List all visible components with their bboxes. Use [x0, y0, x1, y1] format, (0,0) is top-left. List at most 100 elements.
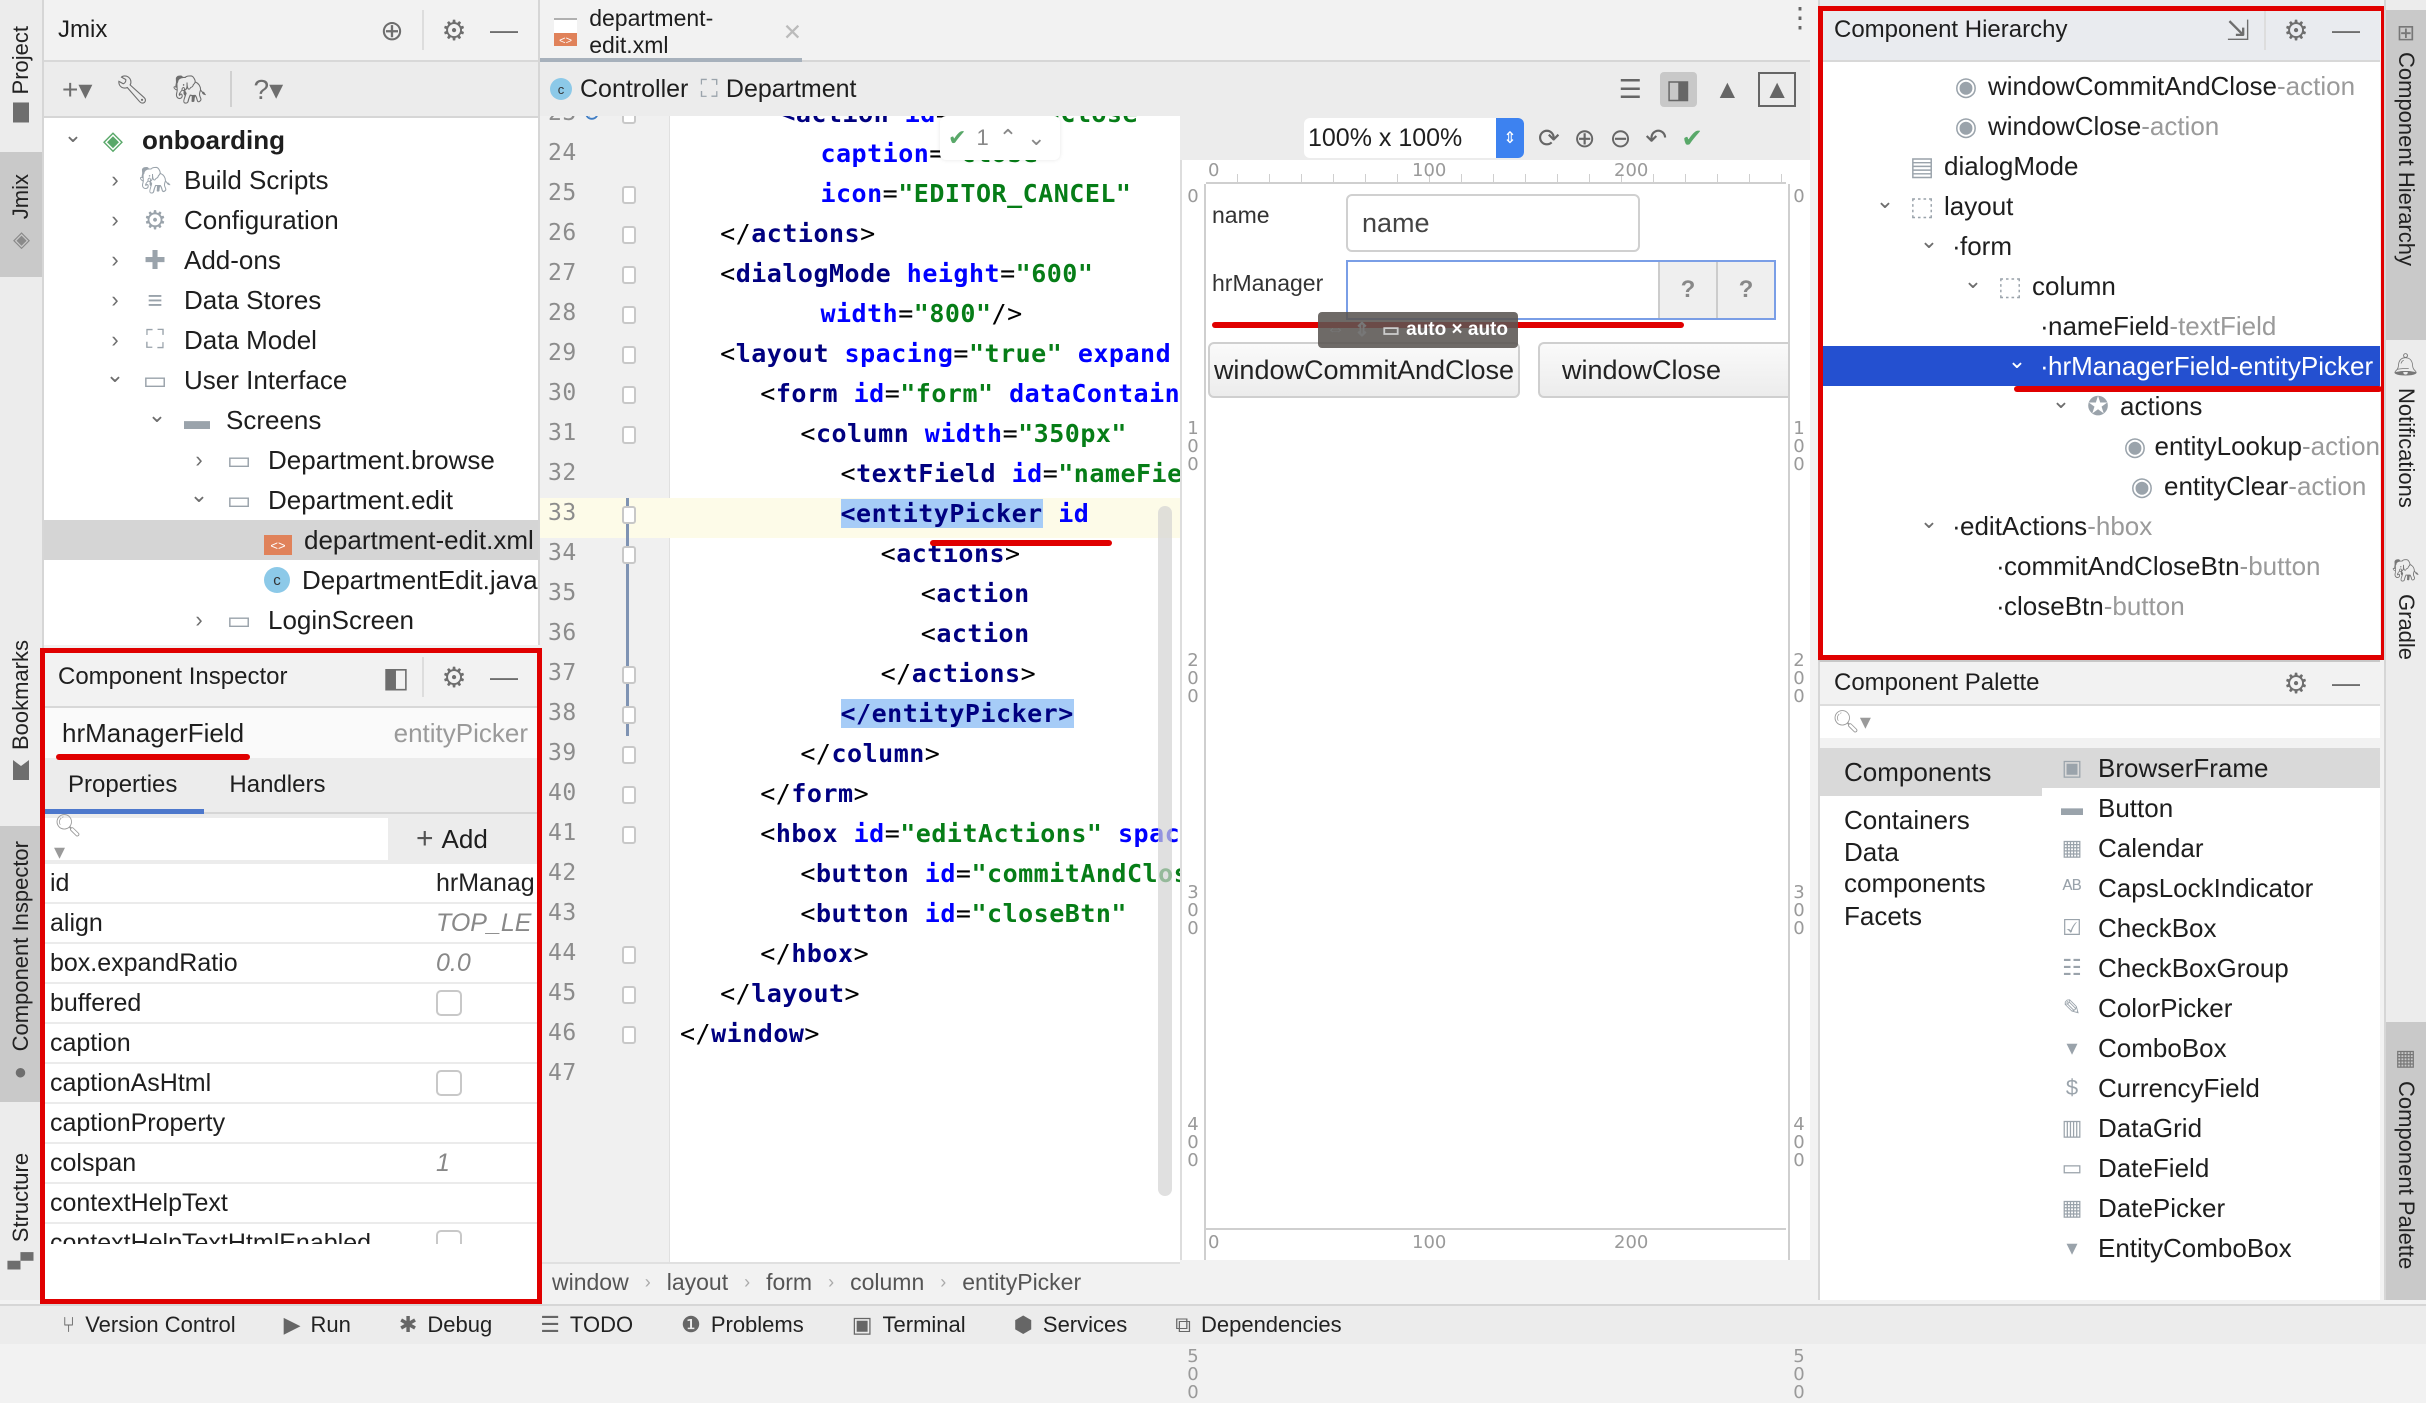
property-row[interactable]: id hrManag	[44, 864, 538, 904]
preview-mode-icon[interactable]: ▲	[1715, 74, 1741, 105]
tab-properties[interactable]: Properties	[44, 771, 201, 799]
fold-marker-icon[interactable]	[622, 116, 636, 124]
property-value[interactable]: 1	[436, 1149, 450, 1178]
property-checkbox[interactable]	[436, 990, 462, 1016]
name-field-preview[interactable]: name	[1346, 194, 1640, 252]
chevron-down-icon[interactable]: ⌄	[144, 402, 170, 428]
zoom-in-icon[interactable]: ⊕	[1574, 123, 1596, 154]
palette-item[interactable]: ▾ EntityComboBox	[2042, 1228, 2380, 1268]
chevron-right-icon[interactable]: ›	[186, 447, 212, 473]
split-mode-icon[interactable]: ◨	[1659, 71, 1697, 107]
fold-marker-icon[interactable]	[622, 426, 636, 444]
hierarchy-item[interactable]: · commitAndCloseBtn - button	[1820, 546, 2380, 586]
property-value[interactable]: TOP_LE	[436, 909, 531, 938]
property-row[interactable]: box.expandRatio 0.0	[44, 944, 538, 984]
tree-item[interactable]: › ▭ Department.browse	[44, 440, 538, 480]
status-bar-version-control[interactable]: ⑂ Version Control	[62, 1312, 236, 1338]
tool-tab-gradle[interactable]: 🐘︎ Gradle	[2386, 556, 2426, 666]
chevron-right-icon[interactable]: ›	[102, 207, 128, 233]
undo-icon[interactable]: ↶	[1645, 123, 1667, 154]
fold-marker-icon[interactable]	[622, 546, 636, 564]
hierarchy-item[interactable]: ▤ dialogMode	[1820, 146, 2380, 186]
hierarchy-item[interactable]: ⌄ · hrManagerField - entityPicker	[1820, 346, 2380, 386]
hierarchy-item[interactable]: ◉ entityLookup - action	[1820, 426, 2380, 466]
breadcrumb-item[interactable]: layout	[667, 1269, 728, 1296]
hierarchy-item[interactable]: ⌄ · editActions - hbox	[1820, 506, 2380, 546]
chevron-right-icon[interactable]: ›	[102, 327, 128, 353]
clear-button[interactable]: ?	[1716, 262, 1774, 318]
lookup-button[interactable]: ?	[1658, 262, 1716, 318]
hierarchy-item[interactable]: ⌄ ✪ actions	[1820, 386, 2380, 426]
chevron-down-icon[interactable]: ⌄	[102, 362, 128, 388]
hierarchy-item[interactable]: ⌄ ⬚ column	[1820, 266, 2380, 306]
property-value[interactable]: hrManag	[436, 869, 535, 898]
property-value[interactable]: 0.0	[436, 949, 471, 978]
fold-marker-icon[interactable]	[622, 506, 636, 524]
chevron-down-icon[interactable]: ⌄	[1960, 268, 1986, 294]
float-panel-icon[interactable]: ◧	[376, 657, 416, 697]
tree-item[interactable]: › ✚ Add-ons	[44, 240, 538, 280]
apply-check-icon[interactable]: ✔	[1681, 123, 1703, 154]
hierarchy-item[interactable]: ◉ windowCommitAndClose - action	[1820, 66, 2380, 106]
tool-tab-structure[interactable]: ▚ Structure	[0, 1136, 42, 1286]
property-row[interactable]: contextHelpTextHtmlEnabled	[44, 1224, 538, 1244]
hierarchy-item[interactable]: ⌄ ⬚ layout	[1820, 186, 2380, 226]
status-bar-todo[interactable]: ☰ TODO	[540, 1312, 633, 1338]
chevron-right-icon[interactable]: ›	[186, 607, 212, 633]
hr-manager-picker-preview[interactable]: ? ?	[1346, 260, 1776, 320]
status-bar-dependencies[interactable]: ⧉ Dependencies	[1175, 1312, 1341, 1338]
property-checkbox[interactable]	[436, 1070, 462, 1096]
property-checkbox[interactable]	[436, 1230, 462, 1244]
palette-item[interactable]: ᴬᴮ CapsLockIndicator	[2042, 868, 2380, 908]
resize-v-icon[interactable]: ⇕	[1354, 319, 1370, 342]
hierarchy-item[interactable]: · closeBtn - button	[1820, 586, 2380, 626]
tool-tab-project[interactable]: Project	[0, 8, 42, 138]
tree-item[interactable]: c DepartmentEdit.java	[44, 560, 538, 600]
breadcrumb-item[interactable]: column	[850, 1269, 924, 1296]
fold-marker-icon[interactable]	[622, 666, 636, 684]
fold-marker-icon[interactable]	[622, 266, 636, 284]
property-row[interactable]: align TOP_LE	[44, 904, 538, 944]
property-row[interactable]: captionAsHtml	[44, 1064, 538, 1104]
fold-marker-icon[interactable]	[622, 346, 636, 364]
zoom-out-icon[interactable]: ⊖	[1610, 123, 1632, 154]
tree-item[interactable]: ⌄ ▭ User Interface	[44, 360, 538, 400]
entity-tab[interactable]: ⛶ Department	[700, 75, 856, 104]
hierarchy-item[interactable]: ◉ entityClear - action	[1820, 466, 2380, 506]
more-options-icon[interactable]: ⋮	[1786, 4, 1814, 32]
design-canvas[interactable]: 0 100 200 0 0 100 100 200 200 300 300 400 400 500 5…	[1180, 160, 1810, 1402]
prev-icon[interactable]: ⌃	[999, 125, 1017, 151]
hierarchy-item[interactable]: · nameField - textField	[1820, 306, 2380, 346]
hr-manager-input[interactable]	[1348, 262, 1658, 318]
fold-marker-icon[interactable]	[622, 186, 636, 204]
fold-marker-icon[interactable]	[622, 826, 636, 844]
palette-item[interactable]: ▾ ComboBox	[2042, 1028, 2380, 1068]
add-property-button[interactable]: + Add	[416, 822, 488, 856]
chevron-down-icon[interactable]: ⌄	[60, 122, 86, 148]
hierarchy-item[interactable]: ◉ windowClose - action	[1820, 106, 2380, 146]
gear-icon[interactable]: ⚙	[2276, 663, 2316, 703]
property-row[interactable]: contextHelpText	[44, 1184, 538, 1224]
status-bar-services[interactable]: ⬢ Services	[1014, 1312, 1128, 1338]
fold-marker-icon[interactable]	[622, 226, 636, 244]
refresh-icon[interactable]: ⟳	[1538, 123, 1560, 154]
design-mode-icon[interactable]: ▲	[1758, 71, 1796, 107]
property-row[interactable]: caption	[44, 1024, 538, 1064]
close-tab-icon[interactable]: ✕	[783, 19, 802, 46]
chevron-down-icon[interactable]: ⌄	[1916, 228, 1942, 254]
fold-marker-icon[interactable]	[622, 386, 636, 404]
minimize-icon[interactable]: —	[2326, 663, 2366, 703]
chevron-down-icon[interactable]: ⌄	[1872, 188, 1898, 214]
zoom-select[interactable]: 100% x 100% ⇕	[1304, 118, 1524, 158]
tree-item[interactable]: › ≡ Data Stores	[44, 280, 538, 320]
implemented-icon[interactable]: ⊘	[584, 116, 600, 128]
palette-item[interactable]: ☷ CheckBoxGroup	[2042, 948, 2380, 988]
status-bar-run[interactable]: ▶ Run	[284, 1312, 351, 1338]
next-icon[interactable]: ⌄	[1027, 125, 1045, 151]
fold-marker-icon[interactable]	[622, 306, 636, 324]
property-row[interactable]: colspan 1	[44, 1144, 538, 1184]
resize-h-icon[interactable]: ⇔	[1326, 319, 1345, 341]
gradle-icon[interactable]: 🐘︎	[172, 73, 208, 106]
chevron-right-icon[interactable]: ›	[102, 287, 128, 313]
fold-marker-icon[interactable]	[622, 946, 636, 964]
